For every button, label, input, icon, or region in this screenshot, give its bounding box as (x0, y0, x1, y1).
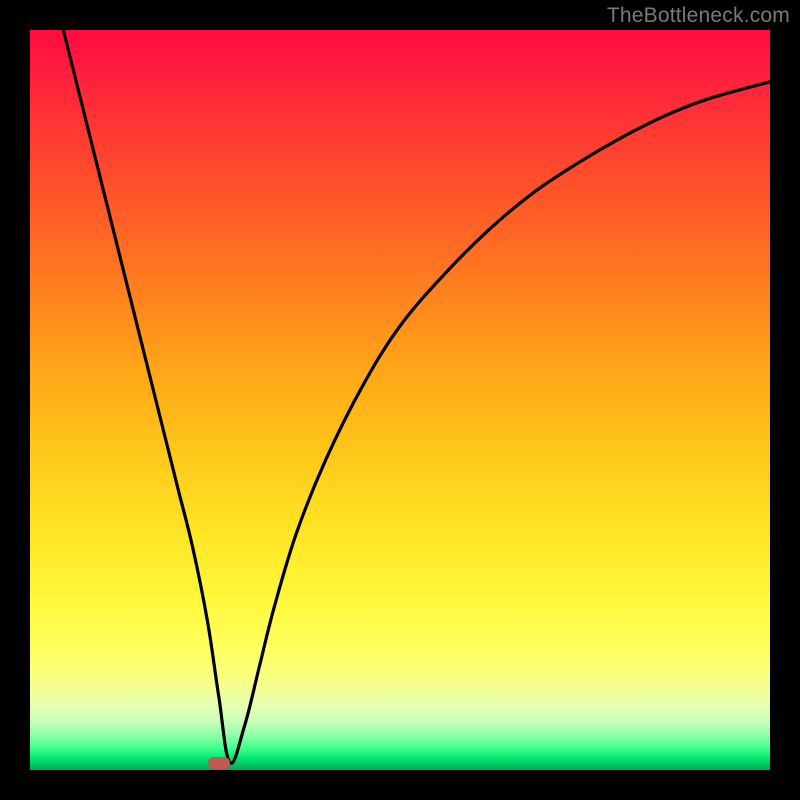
chart-frame: TheBottleneck.com (0, 0, 800, 800)
plot-area (30, 30, 770, 770)
attribution-text: TheBottleneck.com (607, 4, 790, 28)
bottleneck-curve (63, 30, 770, 763)
curve-layer (30, 30, 770, 770)
optimal-point-marker (208, 757, 230, 769)
